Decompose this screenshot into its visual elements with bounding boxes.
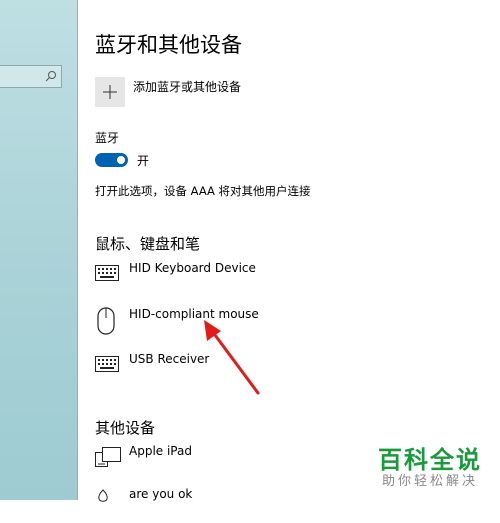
tablet-icon xyxy=(95,447,121,467)
device-name: Apple iPad xyxy=(129,444,192,458)
add-device-button[interactable]: 添加蓝牙或其他设备 xyxy=(95,77,395,107)
device-name: HID Keyboard Device xyxy=(129,261,256,275)
toggle-knob xyxy=(117,156,125,164)
device-item-mouse[interactable]: HID-compliant mouse xyxy=(95,307,415,343)
add-tile[interactable] xyxy=(95,77,125,107)
input-devices-title: 鼠标、键盘和笔 xyxy=(95,235,201,253)
sidebar xyxy=(0,0,78,500)
audio-icon xyxy=(98,489,108,502)
mouse-icon xyxy=(97,307,115,335)
device-name: are you ok xyxy=(129,487,193,501)
keyboard-icon xyxy=(95,265,119,281)
device-item-are-you-ok[interactable]: are you ok xyxy=(95,487,415,523)
device-item-keyboard[interactable]: HID Keyboard Device xyxy=(95,261,415,297)
watermark-slogan: 助你轻松解决 xyxy=(381,474,478,489)
bluetooth-toggle-label: 开 xyxy=(137,154,150,168)
device-item-apple-ipad[interactable]: Apple iPad xyxy=(95,444,415,480)
bluetooth-title: 蓝牙 xyxy=(95,131,120,145)
device-name: USB Receiver xyxy=(129,352,210,366)
device-item-usb-receiver[interactable]: USB Receiver xyxy=(95,352,415,388)
bluetooth-toggle[interactable] xyxy=(95,153,128,167)
settings-content: 蓝牙和其他设备 添加蓝牙或其他设备 蓝牙 开 打开此选项，设备 AAA 将对其他… xyxy=(95,0,500,502)
other-devices-title: 其他设备 xyxy=(95,419,156,437)
plus-icon xyxy=(103,85,117,99)
bluetooth-description: 打开此选项，设备 AAA 将对其他用户连接 xyxy=(95,184,311,198)
search-icon[interactable] xyxy=(45,70,57,82)
add-device-label[interactable]: 添加蓝牙或其他设备 xyxy=(133,78,241,95)
device-name: HID-compliant mouse xyxy=(129,307,259,321)
page-title: 蓝牙和其他设备 xyxy=(95,33,242,57)
keyboard-icon xyxy=(95,356,119,372)
search-input[interactable] xyxy=(0,65,62,88)
